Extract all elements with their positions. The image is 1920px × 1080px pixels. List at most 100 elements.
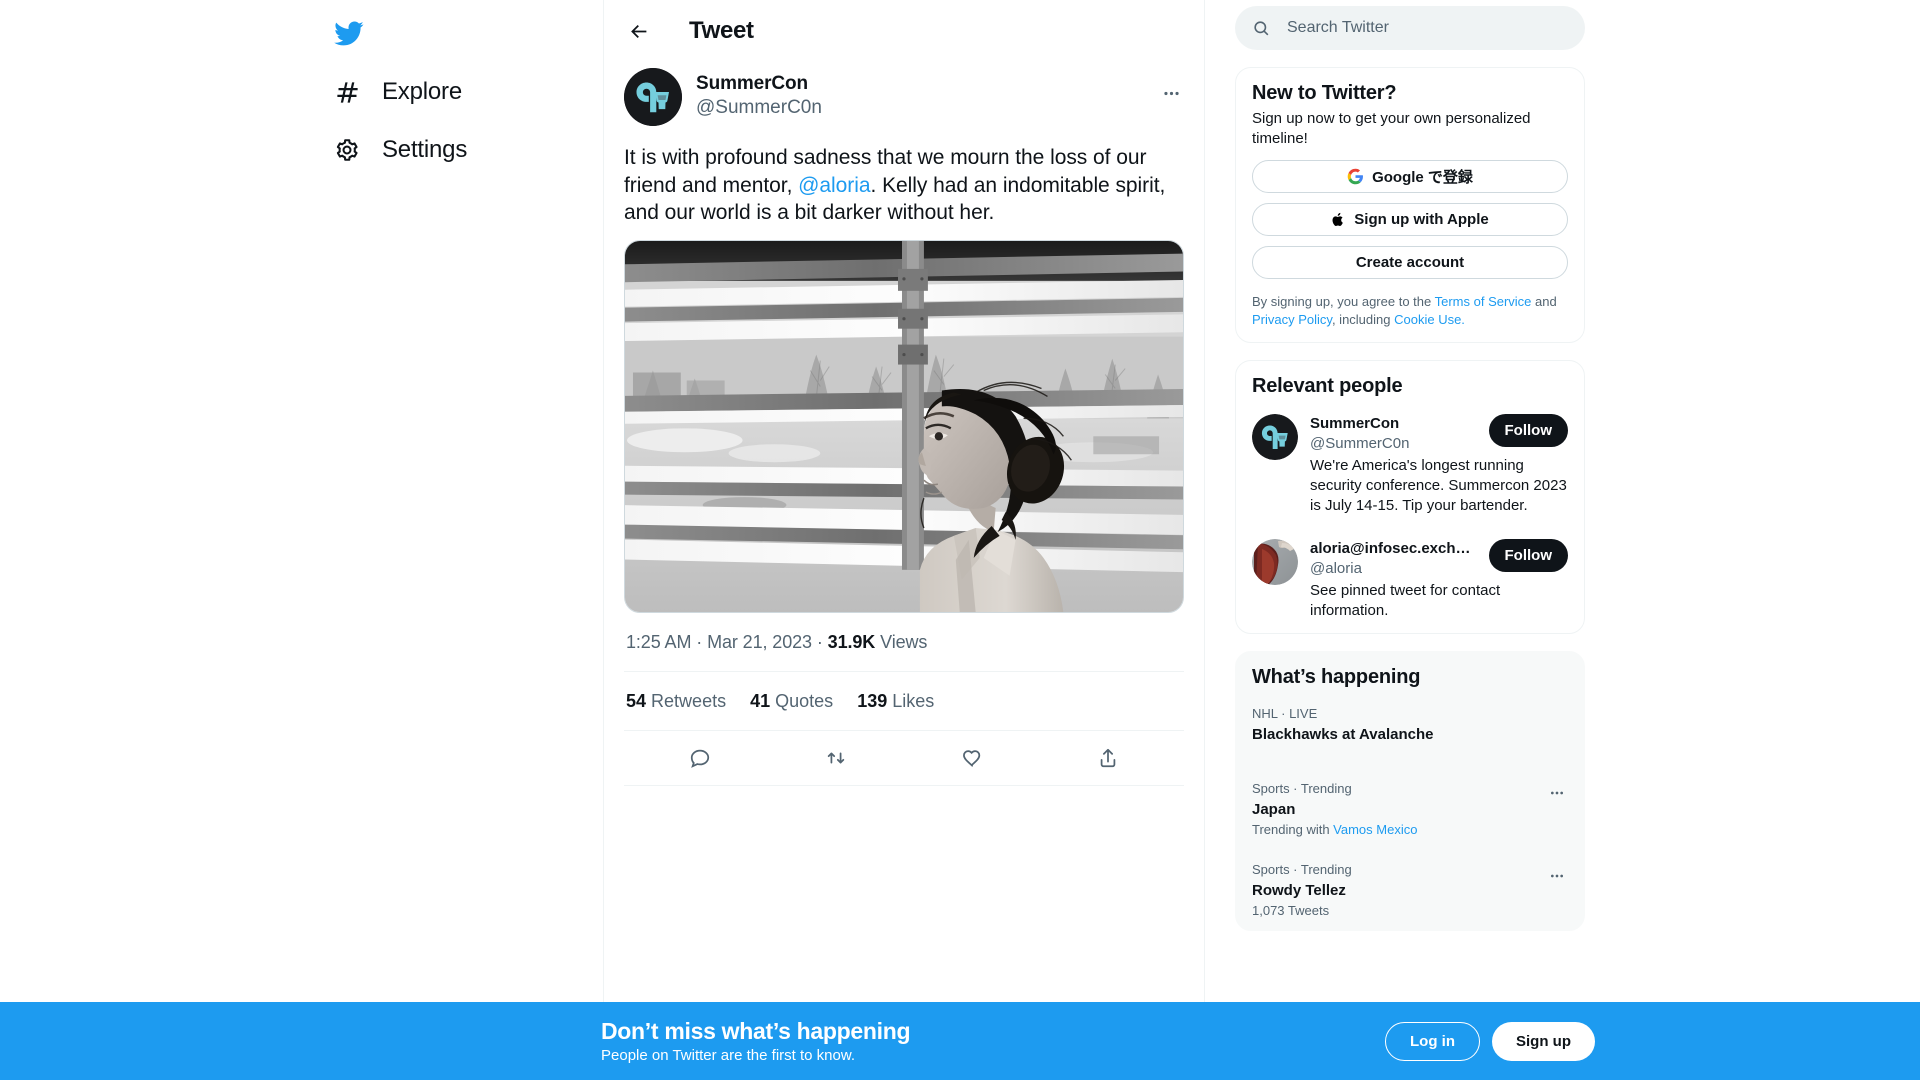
google-icon — [1347, 168, 1364, 185]
avatar[interactable] — [1252, 539, 1298, 586]
trend-more-options-icon[interactable] — [1540, 859, 1574, 893]
quotes-count: 41 — [750, 691, 771, 712]
tweet-more-options-icon[interactable] — [1150, 72, 1192, 114]
main-column: Tweet SummerCon @SummerC0n It is with pr… — [603, 0, 1205, 1080]
tweet-media-photo[interactable] — [624, 240, 1184, 614]
legal-and: and — [1531, 294, 1557, 309]
google-signup-button[interactable]: Google で登録 — [1252, 160, 1568, 193]
person-name: aloria@infosec.exch… — [1310, 540, 1471, 558]
tweet-views-label: Views — [880, 632, 928, 653]
tweet-date: Mar 21, 2023 — [707, 632, 812, 653]
login-button[interactable]: Log in — [1385, 1021, 1480, 1061]
quotes-stat[interactable]: 41 Quotes — [750, 691, 833, 712]
tweet-time: 1:25 AM — [626, 632, 692, 653]
retweets-stat[interactable]: 54 Retweets — [626, 691, 726, 712]
sidebar-item-settings[interactable]: Settings — [319, 121, 481, 179]
signup-button[interactable]: Sign up — [1492, 1021, 1595, 1061]
apple-signup-label: Sign up with Apple — [1354, 211, 1489, 228]
left-sidebar: Explore Settings — [0, 0, 603, 1080]
list-item[interactable]: SummerCon @SummerC0n Follow We're Americ… — [1236, 402, 1584, 527]
back-arrow-icon[interactable] — [620, 13, 656, 49]
avatar[interactable] — [1252, 414, 1298, 461]
divider — [624, 785, 1184, 787]
banner-buttons: Log in Sign up — [1385, 1021, 1595, 1061]
trend-meta-text: Trending with — [1252, 821, 1334, 837]
banner-title: Don’t miss what’s happening — [601, 1017, 911, 1044]
tweet-detail: SummerCon @SummerC0n It is with profound… — [604, 62, 1204, 787]
legal-including: , including — [1331, 311, 1395, 327]
trend-name: Japan — [1252, 801, 1296, 819]
whats-happening-title: What’s happening — [1252, 666, 1421, 689]
trend-meta: Trending with Vamos Mexico — [1252, 822, 1568, 837]
trend-item[interactable]: Sports · Trending Rowdy Tellez 1,073 Twe… — [1236, 849, 1584, 930]
sidebar-item-explore[interactable]: Explore — [319, 63, 476, 121]
apple-signup-button[interactable]: Sign up with Apple — [1252, 203, 1568, 236]
avatar[interactable] — [624, 68, 682, 126]
quotes-label: Quotes — [775, 691, 834, 712]
search-input[interactable] — [1287, 19, 1568, 37]
follow-button[interactable]: Follow — [1488, 539, 1568, 573]
mention-link[interactable]: @aloria — [798, 174, 870, 197]
retweets-count: 54 — [626, 691, 647, 712]
signup-legal-text: By signing up, you agree to the Terms of… — [1236, 289, 1584, 342]
likes-count: 139 — [857, 691, 888, 712]
create-account-label: Create account — [1355, 254, 1465, 271]
hashtag-icon — [331, 76, 363, 108]
tweet-body: It is with profound sadness that we mour… — [624, 138, 1184, 240]
apple-icon — [1331, 211, 1346, 228]
cookie-use-link[interactable]: Cookie Use. — [1394, 312, 1465, 327]
privacy-policy-link[interactable]: Privacy Policy — [1252, 312, 1332, 327]
tweet-meta: 1:25 AM · Mar 21, 2023 · 31.9K Views — [624, 613, 1184, 671]
photo-graphic — [625, 241, 1183, 613]
trend-category: Sports · Trending — [1252, 861, 1352, 877]
share-icon[interactable] — [1086, 736, 1130, 780]
person-handle: @SummerC0n — [1310, 434, 1410, 452]
likes-stat[interactable]: 139 Likes — [857, 691, 934, 712]
search-icon — [1252, 19, 1271, 38]
trend-category: Sports · Trending — [1252, 781, 1352, 797]
author-display-name: SummerCon — [696, 73, 809, 94]
signup-banner: Don’t miss what’s happening People on Tw… — [0, 1002, 1920, 1080]
author-names[interactable]: SummerCon @SummerC0n — [696, 68, 1184, 120]
google-signup-label: Google で登録 — [1372, 169, 1473, 186]
likes-label: Likes — [892, 691, 935, 712]
right-sidebar: New to Twitter? Sign up now to get your … — [1205, 0, 1920, 1080]
author-handle: @SummerC0n — [696, 96, 822, 118]
trend-item[interactable]: Sports · Trending Japan Trending with Va… — [1236, 758, 1584, 849]
meta-dot-2: · — [816, 632, 823, 653]
page-header: Tweet — [604, 0, 1204, 62]
signup-card-title: New to Twitter? — [1252, 82, 1397, 104]
trend-meta-link[interactable]: Vamos Mexico — [1333, 822, 1417, 837]
tweet-actions — [624, 731, 1184, 785]
page-title: Tweet — [689, 17, 754, 44]
search-bar[interactable] — [1235, 6, 1585, 50]
follow-button[interactable]: Follow — [1488, 414, 1568, 448]
twitter-logo-icon[interactable] — [319, 4, 378, 63]
sidebar-item-label: Explore — [382, 78, 462, 105]
trend-meta: 1,073 Tweets — [1252, 902, 1330, 918]
tweet-author-row: SummerCon @SummerC0n — [624, 68, 1184, 138]
banner-subtitle: People on Twitter are the first to know. — [601, 1047, 856, 1065]
trend-item[interactable]: NHL · LIVE Blackhawks at Avalanche — [1236, 693, 1584, 758]
person-name: SummerCon — [1310, 415, 1400, 433]
terms-of-service-link[interactable]: Terms of Service — [1435, 294, 1532, 309]
reply-icon[interactable] — [678, 736, 722, 780]
create-account-button[interactable]: Create account — [1252, 246, 1568, 279]
trend-category: NHL · LIVE — [1252, 706, 1318, 722]
person-bio: We're America's longest running security… — [1310, 457, 1567, 514]
tweet-stats: 54 Retweets 41 Quotes 139 Likes — [624, 672, 1184, 730]
signup-card: New to Twitter? Sign up now to get your … — [1235, 67, 1585, 344]
trend-more-options-icon[interactable] — [1540, 776, 1574, 810]
retweet-icon[interactable] — [814, 736, 858, 780]
twitter-page: Explore Settings Tweet SummerCon @Summer… — [0, 0, 1920, 1080]
tweet-views-count: 31.9K — [827, 632, 876, 653]
person-handle: @aloria — [1310, 559, 1362, 577]
signup-card-subtitle: Sign up now to get your own personalized… — [1252, 110, 1531, 147]
banner-text: Don’t miss what’s happening People on Tw… — [601, 1017, 911, 1065]
trend-name: Blackhawks at Avalanche — [1252, 726, 1434, 744]
sidebar-item-label: Settings — [382, 136, 468, 163]
relevant-people-title: Relevant people — [1252, 375, 1403, 398]
legal-prefix: By signing up, you agree to the — [1252, 294, 1435, 309]
like-icon[interactable] — [950, 736, 994, 780]
list-item[interactable]: aloria@infosec.exch… @aloria Follow See … — [1236, 527, 1584, 633]
